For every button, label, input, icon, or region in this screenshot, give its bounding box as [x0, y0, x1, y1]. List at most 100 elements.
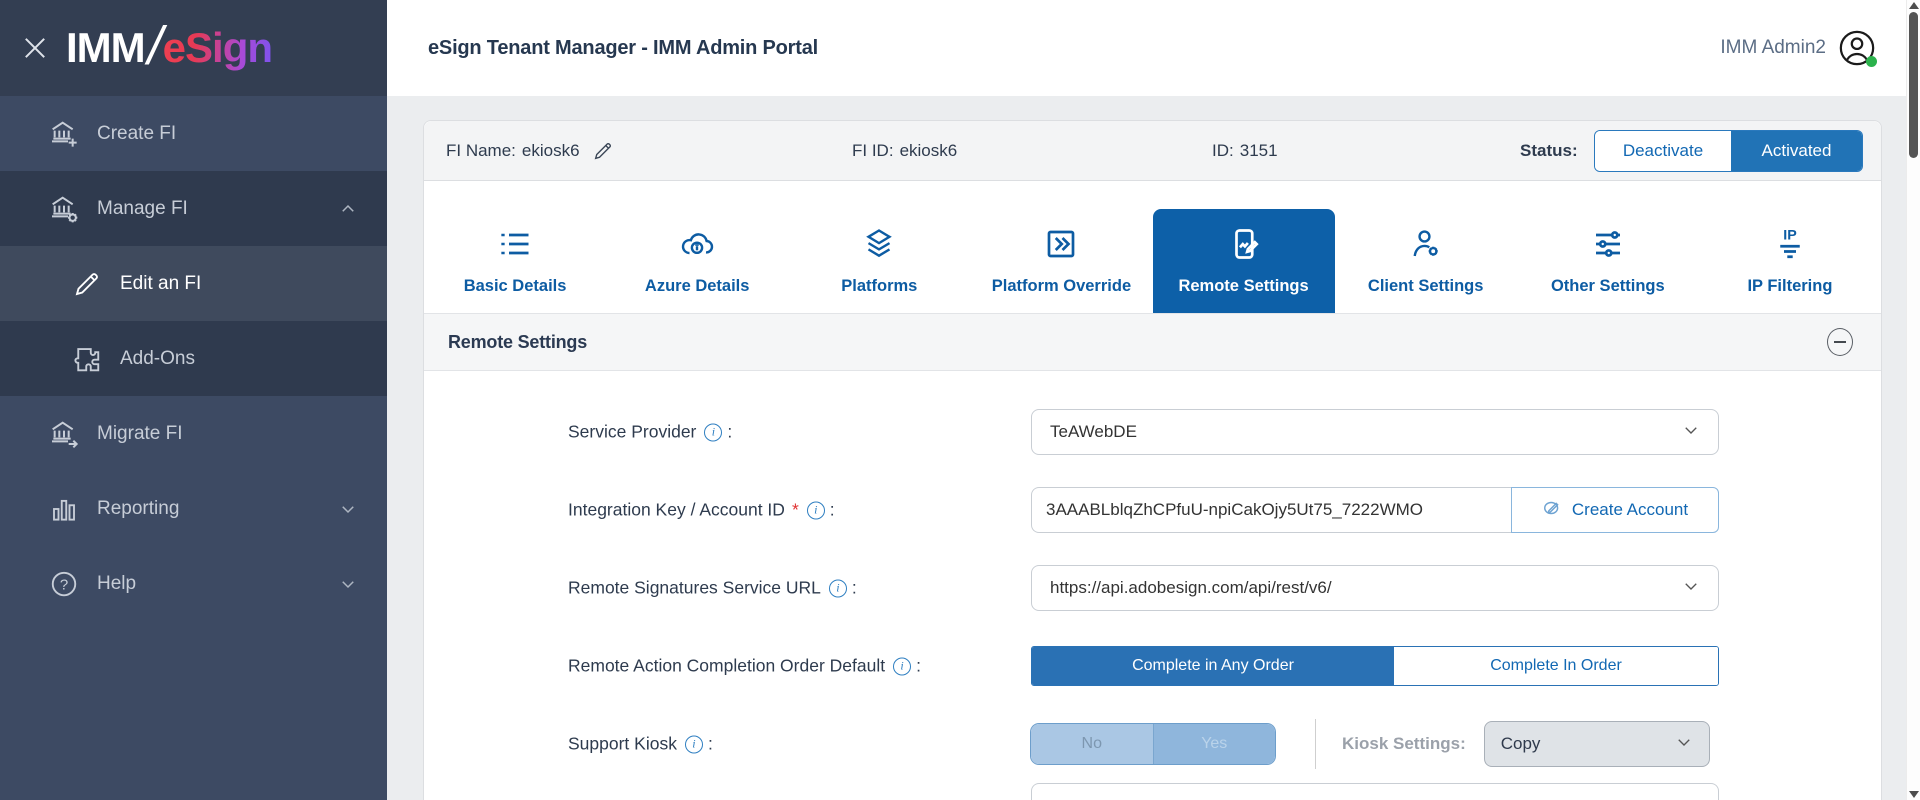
bank-arrow-icon: [47, 417, 81, 451]
sidebar-item-label: Manage FI: [97, 198, 188, 220]
sidebar-item-edit-an-fi[interactable]: Edit an FI: [0, 246, 387, 321]
ip-filter-icon: IP: [1772, 226, 1808, 267]
sidebar-item-manage-fi[interactable]: Manage FI: [0, 171, 387, 246]
pencil-icon: [70, 267, 104, 301]
info-icon[interactable]: i: [685, 735, 703, 753]
bank-gear-icon: [47, 192, 81, 226]
partial-input: [1031, 783, 1719, 800]
remote-settings-form: Service Provider i : TeAWebDE: [424, 371, 1881, 800]
info-icon[interactable]: i: [807, 501, 825, 519]
info-icon[interactable]: i: [893, 657, 911, 675]
next-row-partial: [424, 783, 1881, 800]
logo-slash: /: [148, 15, 162, 77]
kiosk-settings-value: Copy: [1501, 734, 1541, 754]
remote-url-select[interactable]: https://api.adobesign.com/api/rest/v6/: [1031, 565, 1719, 611]
edit-fi-name-icon[interactable]: [592, 139, 616, 163]
fi-id-label: FI ID:: [852, 141, 894, 161]
tab-other-settings[interactable]: Other Settings: [1517, 209, 1699, 313]
layers-icon: [861, 226, 897, 267]
question-icon: ?: [47, 567, 81, 601]
sidebar-item-add-ons[interactable]: Add-Ons: [0, 321, 387, 396]
user-gear-icon: [1408, 226, 1444, 267]
user-avatar-icon[interactable]: [1838, 29, 1876, 67]
complete-any-order-option[interactable]: Complete in Any Order: [1032, 647, 1394, 685]
panel-title: Remote Settings: [448, 332, 587, 353]
close-sidebar-icon[interactable]: [18, 31, 52, 65]
collapse-panel-icon[interactable]: [1827, 328, 1853, 356]
status-toggle: Deactivate Activated: [1595, 131, 1862, 171]
status-label: Status:: [1520, 121, 1578, 181]
tab-remote-settings[interactable]: Remote Settings: [1153, 209, 1335, 313]
info-icon[interactable]: i: [829, 579, 847, 597]
svg-text:IP: IP: [1783, 228, 1797, 244]
service-provider-value: TeAWebDE: [1050, 422, 1137, 442]
tenant-card: FI Name: ekiosk6 FI ID: ekiosk6 ID: 3151: [423, 120, 1882, 800]
remote-url-value: https://api.adobesign.com/api/rest/v6/: [1050, 578, 1332, 598]
page-title: eSign Tenant Manager - IMM Admin Portal: [428, 37, 818, 60]
online-status-dot: [1866, 56, 1877, 67]
sidebar: IMM / eSign Create FI: [0, 0, 387, 800]
tab-client-settings[interactable]: Client Settings: [1335, 209, 1517, 313]
deactivate-button[interactable]: Deactivate: [1595, 131, 1731, 171]
tenant-id: ID: 3151: [1212, 121, 1278, 181]
info-icon[interactable]: i: [704, 423, 722, 441]
service-provider-select[interactable]: TeAWebDE: [1031, 409, 1719, 455]
fi-id: FI ID: ekiosk6: [852, 121, 957, 181]
support-kiosk-label: Support Kiosk i :: [568, 734, 713, 755]
chevron-down-icon: [339, 500, 357, 518]
support-kiosk-row: Support Kiosk i : No Yes Kiosk Settings:…: [424, 705, 1881, 783]
service-provider-row: Service Provider i : TeAWebDE: [424, 393, 1881, 471]
imm-esign-logo: IMM / eSign: [66, 17, 272, 79]
logo-text-imm: IMM: [66, 24, 145, 72]
tab-azure-details[interactable]: Azure Details: [606, 209, 788, 313]
sidebar-item-create-fi[interactable]: Create FI: [0, 96, 387, 171]
tab-platform-override[interactable]: Platform Override: [970, 209, 1152, 313]
chevron-down-icon: [1675, 733, 1693, 756]
sidebar-item-label: Help: [97, 573, 136, 595]
kiosk-settings-select[interactable]: Copy: [1484, 721, 1710, 767]
puzzle-icon: [70, 342, 104, 376]
integration-key-input[interactable]: 3AAABLblqZhCPfuU-npiCakOjy5Ut75_7222WMO: [1031, 487, 1511, 533]
bar-chart-icon: [47, 492, 81, 526]
sidebar-item-migrate-fi[interactable]: Migrate FI: [0, 396, 387, 471]
kiosk-yes-option[interactable]: Yes: [1154, 724, 1276, 764]
sliders-icon: [1590, 226, 1626, 267]
integration-key-label: Integration Key / Account ID * i :: [568, 500, 835, 521]
support-kiosk-toggle: No Yes: [1031, 724, 1275, 764]
user-name: IMM Admin2: [1720, 37, 1826, 59]
sidebar-item-label: Migrate FI: [97, 423, 183, 445]
completion-order-row: Remote Action Completion Order Default i…: [424, 627, 1881, 705]
completion-order-label: Remote Action Completion Order Default i…: [568, 656, 921, 677]
sidebar-item-label: Add-Ons: [120, 348, 195, 370]
tab-platforms[interactable]: Platforms: [788, 209, 970, 313]
integration-key-row: Integration Key / Account ID * i : 3AAAB…: [424, 471, 1881, 549]
sidebar-item-help[interactable]: ? Help: [0, 546, 387, 621]
create-account-button[interactable]: Create Account: [1511, 487, 1719, 533]
required-asterisk: *: [792, 500, 799, 521]
fi-name-label: FI Name:: [446, 141, 516, 161]
sidebar-item-label: Create FI: [97, 123, 176, 145]
activated-button[interactable]: Activated: [1731, 131, 1862, 171]
user-menu[interactable]: IMM Admin2: [1720, 29, 1876, 67]
sidebar-item-reporting[interactable]: Reporting: [0, 471, 387, 546]
svg-text:?: ?: [60, 576, 68, 593]
fi-info-bar: FI Name: ekiosk6 FI ID: ekiosk6 ID: 3151: [424, 121, 1881, 181]
completion-order-toggle: Complete in Any Order Complete In Order: [1031, 646, 1719, 686]
kiosk-no-option[interactable]: No: [1031, 724, 1154, 764]
fi-name: FI Name: ekiosk6: [446, 121, 616, 181]
app-window: IMM / eSign Create FI: [0, 0, 1920, 800]
vertical-scrollbar[interactable]: [1906, 0, 1920, 800]
scrollbar-thumb[interactable]: [1909, 12, 1918, 158]
tab-ip-filtering[interactable]: IP IP Filtering: [1699, 209, 1881, 313]
complete-in-order-option[interactable]: Complete In Order: [1394, 647, 1718, 685]
tenant-id-label: ID:: [1212, 141, 1234, 161]
tab-basic-details[interactable]: Basic Details: [424, 209, 606, 313]
main-area: eSign Tenant Manager - IMM Admin Portal …: [387, 0, 1920, 800]
sidebar-logo-bar: IMM / eSign: [0, 0, 387, 96]
scrollbar-up-arrow[interactable]: [1909, 2, 1919, 9]
scrollbar-down-arrow[interactable]: [1909, 791, 1919, 798]
chevron-up-icon: [339, 200, 357, 218]
vertical-divider: [1315, 719, 1316, 769]
logo-text-esign: eSign: [163, 24, 272, 72]
bank-plus-icon: [47, 117, 81, 151]
